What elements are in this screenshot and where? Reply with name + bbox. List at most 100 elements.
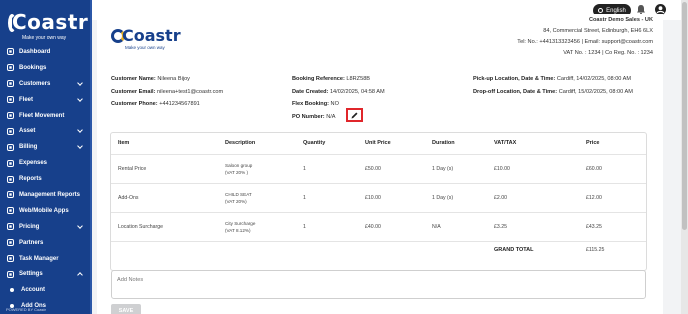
sidebar-item-billing[interactable]: Billing [0, 139, 92, 155]
vat-cell: £3.25 [487, 211, 579, 241]
column-header: Unit Price [365, 140, 391, 147]
booking-reference: L8RZ58B [346, 76, 371, 82]
description-cell: City Surcharge (VAT 8.12%) [218, 211, 296, 241]
save-button[interactable]: SAVE [111, 304, 141, 314]
description-cell: Saloon group (VAT 20% ) [218, 153, 296, 183]
sidebar-item-label: Reports [19, 176, 42, 183]
dropoff-location: Cardiff, 15/02/2025, 08:00 AM [558, 88, 633, 95]
edit-po-button[interactable] [346, 108, 363, 122]
customer-email: nileena+test1@coastr.com [157, 88, 224, 95]
truck-icon [6, 112, 14, 120]
column-header: Quantity [303, 140, 326, 147]
brand-tagline: Make your own way [22, 35, 67, 41]
description-cell: CHILD SEAT (VAT 20%) [218, 182, 296, 212]
grand-total-label: GRAND TOTAL [487, 240, 579, 259]
table-row: Location Surcharge City Surcharge (VAT 8.… [111, 211, 646, 241]
chart-icon [6, 191, 14, 199]
page-scrollbar[interactable] [681, 0, 688, 314]
brand-logo[interactable]: Coastr Make your own way [8, 10, 88, 41]
wallet-icon [6, 143, 14, 151]
sidebar-item-label: Settings [19, 271, 43, 278]
sidebar-item-reports[interactable]: Reports [0, 171, 92, 187]
item-cell: Add-Ons [111, 182, 218, 212]
sidebar-item-bookings[interactable]: Bookings [0, 60, 92, 76]
sidebar-subitem-account[interactable]: Account [0, 282, 92, 298]
sidebar-item-partners[interactable]: Partners [0, 235, 92, 251]
item-cell: Rental Price [111, 153, 218, 183]
sidebar-item-label: Dashboard [19, 48, 51, 55]
sidebar-item-label: Management Reports [19, 191, 81, 198]
globe-icon [598, 8, 604, 13]
sidebar-item-dashboard[interactable]: Dashboard [0, 44, 92, 60]
chevron-down-icon [77, 95, 83, 102]
tag-icon [6, 223, 14, 231]
price-cell: £43.25 [579, 211, 646, 241]
chevron-down-icon [77, 127, 83, 134]
calendar-icon [6, 64, 14, 72]
price-cell: £60.00 [579, 153, 646, 183]
handshake-icon [6, 239, 14, 247]
booking-info: Booking Reference: L8RZ58B Date Created:… [292, 76, 385, 120]
duration-cell: 1 Day (s) [425, 153, 487, 183]
sidebar-item-management-reports[interactable]: Management Reports [0, 187, 92, 203]
sidebar-item-label: Web/Mobile Apps [19, 207, 69, 214]
quantity-cell: 1 [296, 182, 358, 212]
brand-name: Coastr [8, 10, 88, 34]
sidebar-item-customers[interactable]: Customers [0, 76, 92, 92]
po-number: N/A [326, 113, 336, 120]
date-created: 14/02/2025, 04:58 AM [329, 88, 385, 95]
unit-price-cell: £50.00 [358, 153, 425, 183]
location-info: Pick-up Location, Date & Time: Cardiff, … [473, 76, 633, 95]
invoice-logo: Coastr Make your own way [111, 26, 181, 50]
sidebar: Coastr Make your own way Dashboard Bookin… [0, 0, 92, 314]
customer-name: Nileena Bijoy [157, 76, 190, 82]
sidebar-item-expenses[interactable]: Expenses [0, 155, 92, 171]
sidebar-item-web-mobile-apps[interactable]: Web/Mobile Apps [0, 203, 92, 219]
chevron-down-icon [77, 222, 83, 229]
company-reg: VAT No. : 1234 | Co Reg. No. : 1234 [563, 50, 653, 56]
sidebar-nav: Dashboard Bookings Customers Fleet Fleet Mov… [0, 44, 92, 314]
sidebar-item-task-manager[interactable]: Task Manager [0, 251, 92, 267]
sidebar-item-label: Customers [19, 80, 51, 87]
company-name: Coastr Demo Sales - UK [588, 17, 653, 23]
column-header: VAT/TAX [494, 140, 517, 147]
duration-cell: N/A [425, 211, 487, 241]
grand-total-value: £115.25 [579, 240, 646, 259]
globe-icon [6, 207, 14, 215]
bullet-icon [10, 288, 14, 293]
sidebar-item-label: Asset [19, 128, 36, 135]
sidebar-scrollbar[interactable] [90, 0, 92, 314]
vat-cell: £2.00 [487, 182, 579, 212]
company-info: Coastr Demo Sales - UK 84, Commercial St… [517, 15, 653, 59]
vat-cell: £10.00 [487, 153, 579, 183]
company-address: 84, Commercial Street, Edinburgh, EH6 6L… [543, 28, 653, 34]
sidebar-item-fleet[interactable]: Fleet [0, 92, 92, 108]
company-contact: Tel: No.: +441313323456 | Email: support… [517, 39, 653, 45]
flex-booking: NO [330, 101, 339, 107]
sidebar-item-asset[interactable]: Asset [0, 123, 92, 139]
chevron-down-icon [77, 143, 83, 150]
dashboard-icon [6, 48, 14, 56]
sidebar-item-label: Fleet [19, 96, 34, 103]
sidebar-item-label: Partners [19, 239, 44, 246]
car-icon [6, 96, 14, 104]
scrollbar-thumb[interactable] [682, 2, 687, 230]
tasks-icon [6, 255, 14, 263]
quantity-cell: 1 [296, 153, 358, 183]
gear-icon [6, 270, 14, 278]
sidebar-item-label: Billing [19, 144, 38, 151]
column-header: Price [586, 140, 600, 147]
quantity-cell: 1 [296, 211, 358, 241]
sidebar-item-label: Expenses [19, 160, 48, 167]
unit-price-cell: £40.00 [358, 211, 425, 241]
sidebar-item-settings[interactable]: Settings [0, 266, 92, 282]
sidebar-item-label: Task Manager [19, 255, 59, 262]
item-cell: Location Surcharge [111, 211, 218, 241]
pickup-location: Cardiff, 14/02/2025, 08:00 AM [556, 76, 632, 82]
customer-phone: +441234567891 [159, 101, 200, 107]
sidebar-item-pricing[interactable]: Pricing [0, 219, 92, 235]
customer-info: Customer Name: Nileena Bijoy Customer Em… [111, 76, 224, 107]
notes-textarea[interactable]: Add Notes [111, 270, 646, 299]
sidebar-item-fleet-movement[interactable]: Fleet Movement [0, 108, 92, 124]
charges-table: Item Description Quantity Unit Price Dur… [110, 132, 647, 271]
